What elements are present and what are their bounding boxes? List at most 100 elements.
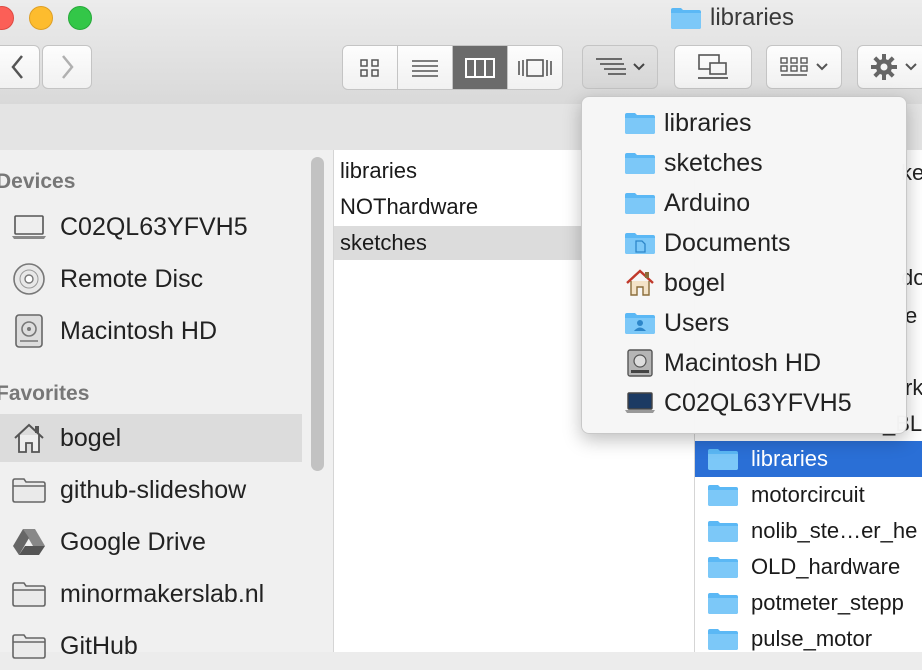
- share-button[interactable]: [674, 45, 752, 89]
- gear-icon: [871, 54, 897, 80]
- list-item-label: pulse_motor: [751, 626, 873, 651]
- folder-icon: [624, 189, 656, 217]
- window-toolbar: libraries: [0, 0, 922, 105]
- sidebar-item-label: C02QL63YFVH5: [60, 212, 248, 241]
- path-list-icon: [596, 58, 626, 75]
- list-item-label: nolib_ste…er_he: [751, 518, 918, 543]
- sidebar-item-google-drive[interactable]: Google Drive: [0, 518, 302, 566]
- menu-item-label: Arduino: [664, 188, 751, 217]
- arrange-button[interactable]: [766, 45, 842, 89]
- hard-drive-icon: [10, 314, 48, 348]
- sidebar-item-bogel[interactable]: bogel: [0, 414, 302, 462]
- google-drive-icon: [10, 525, 48, 559]
- columns-icon: [465, 57, 495, 78]
- laptop-icon: [10, 210, 48, 244]
- sidebar-section-devices: Devices: [0, 170, 76, 193]
- window-title-text: libraries: [710, 4, 795, 31]
- sidebar-item-computer[interactable]: C02QL63YFVH5: [0, 203, 302, 251]
- view-mode-control: [342, 45, 563, 90]
- list-item[interactable]: motorcircuit: [695, 477, 922, 513]
- menu-item-users[interactable]: Users: [582, 303, 904, 343]
- menu-item-computer[interactable]: C02QL63YFVH5: [582, 383, 904, 423]
- menu-item-macintosh-hd[interactable]: Macintosh HD: [582, 343, 904, 383]
- forward-button[interactable]: [42, 45, 92, 89]
- list-item-fragment: rk: [905, 375, 922, 400]
- arrange-grid-icon: [780, 57, 808, 76]
- back-button[interactable]: [0, 45, 40, 89]
- menu-item-label: bogel: [664, 268, 726, 297]
- chevron-down-icon: [816, 63, 828, 71]
- users-folder-icon: [624, 309, 656, 337]
- list-item-label: libraries: [751, 446, 829, 471]
- close-window-button[interactable]: [0, 6, 14, 30]
- list-item[interactable]: potmeter_stepp: [695, 585, 922, 621]
- action-button[interactable]: [857, 45, 922, 89]
- sidebar-item-minormakerslab[interactable]: minormakerslab.nl: [0, 570, 302, 618]
- menu-item-label: C02QL63YFVH5: [664, 388, 852, 417]
- list-icon: [412, 59, 438, 77]
- sidebar-item-macintosh-hd[interactable]: Macintosh HD: [0, 307, 302, 355]
- sidebar-item-label: github-slideshow: [60, 475, 247, 504]
- folder-icon: [671, 8, 701, 29]
- sidebar-item-label: bogel: [60, 423, 122, 452]
- list-item-label: OLD_hardware: [751, 554, 901, 579]
- sidebar-scrollbar[interactable]: [311, 157, 324, 471]
- laptop-icon: [624, 389, 656, 417]
- folder-icon: [708, 557, 738, 578]
- chevron-left-icon: [11, 55, 23, 79]
- sidebar-item-label: GitHub: [60, 631, 138, 660]
- chevron-down-icon: [633, 63, 645, 71]
- home-icon: [624, 269, 656, 297]
- documents-folder-icon: [624, 229, 656, 257]
- sidebar: Devices C02QL63YFVH5 Remote Disc Macinto…: [0, 150, 334, 660]
- sidebar-item-label: Google Drive: [60, 527, 206, 556]
- minimize-window-button[interactable]: [29, 6, 53, 30]
- folder-icon: [10, 629, 48, 663]
- list-item[interactable]: libraries: [695, 441, 922, 477]
- list-view-button[interactable]: [398, 46, 453, 89]
- list-item[interactable]: nolib_ste…er_he: [695, 513, 922, 549]
- folder-icon: [624, 109, 656, 137]
- grid-icon: [360, 58, 379, 77]
- path-dropdown-menu: libraries sketches Arduino Documents bog…: [581, 96, 907, 434]
- menu-item-arduino[interactable]: Arduino: [582, 183, 904, 223]
- list-item-label: motorcircuit: [751, 482, 865, 507]
- network-share-icon: [698, 54, 728, 79]
- list-item[interactable]: OLD_hardware: [695, 549, 922, 585]
- sidebar-item-label: Macintosh HD: [60, 316, 217, 345]
- chevron-right-icon: [62, 55, 74, 79]
- folder-icon: [708, 593, 738, 614]
- menu-item-bogel[interactable]: bogel: [582, 263, 904, 303]
- folder-icon: [708, 449, 738, 470]
- folder-icon: [708, 629, 738, 650]
- chevron-down-icon: [905, 63, 917, 71]
- home-icon: [10, 421, 48, 455]
- hard-drive-icon: [624, 349, 656, 377]
- menu-item-documents[interactable]: Documents: [582, 223, 904, 263]
- folder-icon: [708, 521, 738, 542]
- sidebar-section-favorites: Favorites: [0, 382, 90, 405]
- menu-item-libraries[interactable]: libraries: [582, 103, 904, 143]
- menu-item-sketches[interactable]: sketches: [582, 143, 904, 183]
- cover-flow-icon: [518, 58, 552, 77]
- folder-icon: [624, 149, 656, 177]
- menu-item-label: Users: [664, 308, 730, 337]
- icon-view-button[interactable]: [343, 46, 398, 89]
- sidebar-item-remote-disc[interactable]: Remote Disc: [0, 255, 302, 303]
- sidebar-item-label: Remote Disc: [60, 264, 204, 293]
- folder-icon: [708, 485, 738, 506]
- menu-item-label: libraries: [664, 108, 752, 137]
- sidebar-item-label: minormakerslab.nl: [60, 579, 265, 608]
- folder-icon: [10, 577, 48, 611]
- list-item-label: potmeter_stepp: [751, 590, 904, 615]
- window-title: libraries: [670, 4, 794, 32]
- zoom-window-button[interactable]: [68, 6, 92, 30]
- sidebar-item-github[interactable]: GitHub: [0, 622, 302, 670]
- menu-item-label: sketches: [664, 148, 763, 177]
- column-view-button[interactable]: [453, 46, 508, 89]
- folder-icon: [10, 473, 48, 507]
- cover-flow-view-button[interactable]: [508, 46, 562, 89]
- menu-item-label: Documents: [664, 228, 791, 257]
- sidebar-item-github-slideshow[interactable]: github-slideshow: [0, 466, 302, 514]
- path-menu-button[interactable]: [582, 45, 658, 89]
